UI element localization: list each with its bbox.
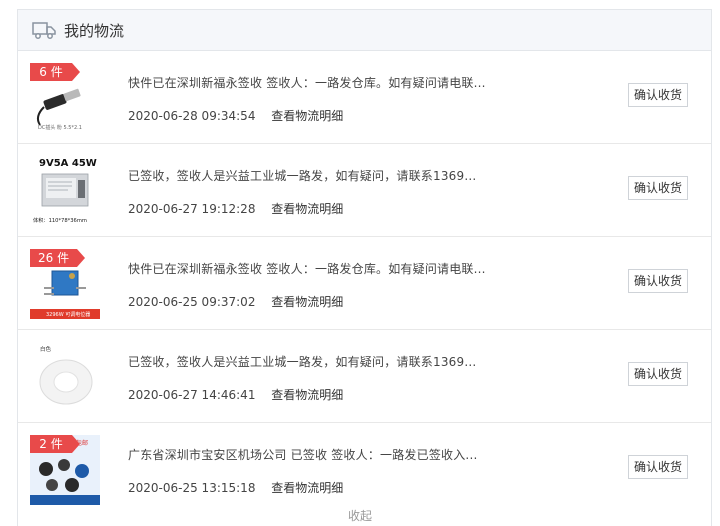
update-time: 2020-06-25 09:37:02 — [128, 295, 256, 309]
svg-text:3296W 可调电位器: 3296W 可调电位器 — [46, 311, 90, 318]
confirm-receipt-button[interactable]: 确认收货 — [628, 455, 688, 479]
confirm-receipt-button[interactable]: 确认收货 — [628, 362, 688, 386]
quantity-badge: 6 件 — [30, 63, 80, 81]
order-info: 快件已在深圳新福永签收 签收人：一路发仓库。如有疑问请电联... 2020-06… — [128, 260, 508, 310]
svg-text:白色: 白色 — [40, 345, 52, 353]
product-image[interactable]: 2 件 包邮 — [30, 435, 100, 505]
confirm-receipt-button[interactable]: 确认收货 — [628, 176, 688, 200]
order-row: 6 件 DC插头 粉 5.5*2.1 快件已在深圳新福永签收 签收人：一路发仓库… — [18, 51, 711, 144]
svg-text:体积：110*78*36mm: 体积：110*78*36mm — [33, 216, 87, 224]
order-info: 广东省深圳市宝安区机场公司 已签收 签收人：一路发已签收入... 2020-06… — [128, 446, 508, 496]
order-meta: 2020-06-25 13:15:18 查看物流明细 — [128, 479, 508, 496]
product-image[interactable]: 9V5A 45W 体积：110*78*36mm — [30, 156, 100, 226]
confirm-receipt-button[interactable]: 确认收货 — [628, 269, 688, 293]
logistics-status: 已签收，签收人是兴益工业城一路发，如有疑问，请联系1369... — [128, 169, 477, 183]
svg-text:DC插头 粉 5.5*2.1: DC插头 粉 5.5*2.1 — [38, 124, 82, 131]
order-row: 白色 已签收，签收人是兴益工业城一路发，如有疑问，请联系1369... 2020… — [18, 330, 711, 423]
update-time: 2020-06-25 13:15:18 — [128, 481, 256, 495]
update-time: 2020-06-27 14:46:41 — [128, 388, 256, 402]
product-image[interactable]: 6 件 DC插头 粉 5.5*2.1 — [30, 63, 100, 133]
order-list: 6 件 DC插头 粉 5.5*2.1 快件已在深圳新福永签收 签收人：一路发仓库… — [18, 51, 711, 516]
order-meta: 2020-06-27 14:46:41 查看物流明细 — [128, 386, 508, 403]
order-row: 9V5A 45W 体积：110*78*36mm 已签收，签收人是兴益工业城一路发… — [18, 144, 711, 237]
view-detail-link[interactable]: 查看物流明细 — [271, 109, 343, 123]
product-image[interactable]: 白色 — [30, 342, 100, 412]
panel-header: 我的物流 — [18, 10, 711, 51]
logistics-status: 广东省深圳市宝安区机场公司 已签收 签收人：一路发已签收入... — [128, 448, 478, 462]
logistics-status: 已签收，签收人是兴益工业城一路发，如有疑问，请联系1369... — [128, 355, 477, 369]
view-detail-link[interactable]: 查看物流明细 — [271, 202, 343, 216]
update-time: 2020-06-28 09:34:54 — [128, 109, 256, 123]
confirm-receipt-button[interactable]: 确认收货 — [628, 83, 688, 107]
power-supply-image: 9V5A 45W 体积：110*78*36mm — [33, 158, 97, 224]
order-info: 已签收，签收人是兴益工业城一路发，如有疑问，请联系1369... 2020-06… — [128, 353, 508, 403]
svg-text:9V5A 45W: 9V5A 45W — [39, 158, 97, 169]
order-info: 已签收，签收人是兴益工业城一路发，如有疑问，请联系1369... 2020-06… — [128, 167, 508, 217]
product-image[interactable]: 26 件 3296W 可调电位器 — [30, 249, 100, 319]
order-meta: 2020-06-25 09:37:02 查看物流明细 — [128, 293, 508, 310]
order-row: 26 件 3296W 可调电位器 快件已在深圳新福永签收 签收人：一路发仓库。如… — [18, 237, 711, 330]
logistics-status: 快件已在深圳新福永签收 签收人：一路发仓库。如有疑问请电联... — [128, 76, 486, 90]
view-detail-link[interactable]: 查看物流明细 — [271, 481, 343, 495]
quantity-badge: 2 件 — [30, 435, 80, 453]
view-detail-link[interactable]: 查看物流明细 — [271, 295, 343, 309]
logistics-panel: 我的物流 6 件 DC插头 粉 5.5*2.1 快件已在深圳新福永签收 签收人：… — [17, 9, 712, 526]
order-meta: 2020-06-27 19:12:28 查看物流明细 — [128, 200, 508, 217]
collapse-link[interactable]: 收起 — [0, 507, 720, 524]
truck-icon — [32, 22, 56, 39]
order-row: 2 件 包邮 广东省深圳市宝安区机场公司 已签收 签收人：一路发已签收入... … — [18, 423, 711, 516]
order-info: 快件已在深圳新福永签收 签收人：一路发仓库。如有疑问请电联... 2020-06… — [128, 74, 508, 124]
view-detail-link[interactable]: 查看物流明细 — [271, 388, 343, 402]
quantity-badge: 26 件 — [30, 249, 86, 267]
logistics-status: 快件已在深圳新福永签收 签收人：一路发仓库。如有疑问请电联... — [128, 262, 486, 276]
update-time: 2020-06-27 19:12:28 — [128, 202, 256, 216]
order-meta: 2020-06-28 09:34:54 查看物流明细 — [128, 107, 508, 124]
panel-title: 我的物流 — [64, 21, 125, 40]
rubber-grommet-image: 白色 — [39, 345, 93, 405]
